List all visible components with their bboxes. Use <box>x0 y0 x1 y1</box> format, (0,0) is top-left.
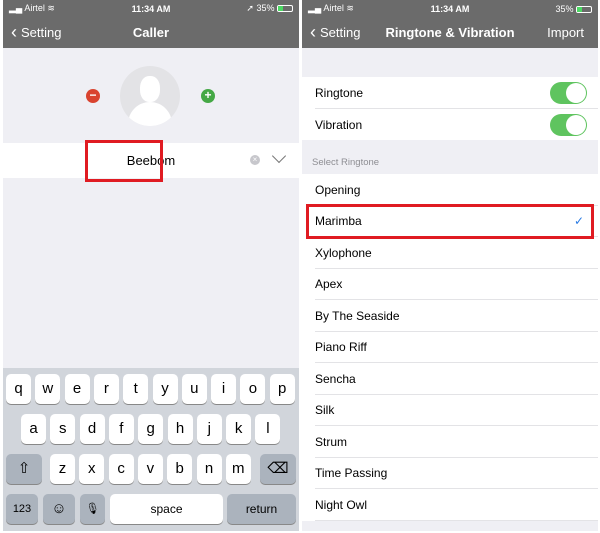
key-b[interactable]: b <box>167 454 193 484</box>
key-e[interactable]: e <box>64 374 90 404</box>
vibration-toggle-row: Vibration <box>302 109 598 140</box>
key-z[interactable]: z <box>50 454 75 484</box>
keyboard: q w e r t y u i o p a s d f g h j k l ⇧ z x c v b n m ⌫ 123 ☺ 🎙 space re… <box>3 368 299 531</box>
numbers-key[interactable]: 123 <box>6 494 38 524</box>
ringtone-item[interactable]: Strum <box>302 426 598 458</box>
battery: 35% <box>555 4 592 14</box>
ringtone-label: By The Seaside <box>315 308 400 323</box>
ringtone-label: Time Passing <box>315 466 388 481</box>
ringtone-item[interactable]: Xylophone <box>302 237 598 269</box>
remove-photo-button[interactable]: − <box>86 89 100 103</box>
key-n[interactable]: n <box>196 454 222 484</box>
ringtone-toggle[interactable] <box>550 82 587 104</box>
add-photo-button[interactable]: + <box>201 89 215 103</box>
ringtone-item[interactable]: Piano Riff <box>302 331 598 363</box>
key-r[interactable]: r <box>93 374 119 404</box>
emoji-key[interactable]: ☺ <box>43 494 75 524</box>
key-h[interactable]: h <box>167 414 193 444</box>
clock: 11:34 AM <box>131 3 171 14</box>
caller-screen: ▂▄ Airtel ≋ 11:34 AM ➚ 35% ‹ Setting Call… <box>3 0 299 531</box>
shift-key[interactable]: ⇧ <box>6 454 42 484</box>
ringtone-label: Xylophone <box>315 245 372 260</box>
section-header: Select Ringtone <box>312 157 380 168</box>
ringtone-label: Piano Riff <box>315 340 367 355</box>
key-y[interactable]: y <box>152 374 178 404</box>
key-x[interactable]: x <box>79 454 105 484</box>
nav-bar: ‹ Setting Caller <box>3 17 299 48</box>
delete-key[interactable]: ⌫ <box>260 454 296 484</box>
key-k[interactable]: k <box>226 414 252 444</box>
key-q[interactable]: q <box>6 374 31 404</box>
key-m[interactable]: m <box>225 454 251 484</box>
key-l[interactable]: l <box>255 414 281 444</box>
carrier: ▂▄ Airtel ≋ <box>308 3 354 13</box>
mic-key[interactable]: 🎙 <box>80 494 105 524</box>
ringtone-label: Night Owl <box>315 497 368 512</box>
return-key[interactable]: return <box>227 494 296 524</box>
key-f[interactable]: f <box>108 414 134 444</box>
ringtone-label: Sencha <box>315 371 356 386</box>
avatar[interactable] <box>120 66 180 126</box>
ringtone-item[interactable]: Apex <box>302 268 598 300</box>
ringtone-screen: ▂▄ Airtel ≋ 11:34 AM 35% ‹ Setting Ringto… <box>302 0 598 531</box>
ringtone-item[interactable]: Time Passing <box>302 457 598 489</box>
ringtone-label: Opening <box>315 182 361 197</box>
key-t[interactable]: t <box>123 374 149 404</box>
key-o[interactable]: o <box>240 374 266 404</box>
carrier: ▂▄ Airtel ≋ <box>9 3 55 13</box>
key-a[interactable]: a <box>21 414 46 444</box>
ringtone-item[interactable]: Silk <box>302 394 598 426</box>
battery-icon <box>576 5 592 13</box>
space-key[interactable]: space <box>110 494 223 524</box>
key-i[interactable]: i <box>211 374 237 404</box>
ringtone-item[interactable]: By The Seaside <box>302 300 598 332</box>
highlight-box <box>306 204 594 239</box>
ringtone-item[interactable]: Night Owl <box>302 489 598 521</box>
ringtone-label: Silk <box>315 403 335 418</box>
battery: ➚ 35% <box>246 3 293 14</box>
key-j[interactable]: j <box>196 414 222 444</box>
ringtone-label: Apex <box>315 277 343 292</box>
key-s[interactable]: s <box>50 414 76 444</box>
status-bar: ▂▄ Airtel ≋ 11:34 AM ➚ 35% <box>3 0 299 17</box>
import-button[interactable]: Import <box>547 25 584 40</box>
page-title: Caller <box>132 25 170 40</box>
key-u[interactable]: u <box>181 374 207 404</box>
battery-icon <box>277 5 293 13</box>
clock: 11:34 AM <box>430 3 470 14</box>
ringtone-item[interactable]: Opening <box>302 174 598 206</box>
key-g[interactable]: g <box>138 414 164 444</box>
nav-bar: ‹ Setting Ringtone & Vibration Import <box>302 17 598 48</box>
key-d[interactable]: d <box>79 414 105 444</box>
ringtone-label: Strum <box>315 434 348 449</box>
status-bar: ▂▄ Airtel ≋ 11:34 AM 35% <box>302 0 598 17</box>
key-p[interactable]: p <box>269 374 295 404</box>
ringtone-toggle-row: Ringtone <box>302 77 598 109</box>
key-w[interactable]: w <box>35 374 61 404</box>
ringtone-item[interactable]: Sencha <box>302 363 598 395</box>
vibration-toggle[interactable] <box>550 114 587 136</box>
clear-icon[interactable]: × <box>250 155 260 165</box>
highlight-box <box>85 140 163 182</box>
key-c[interactable]: c <box>108 454 134 484</box>
key-v[interactable]: v <box>137 454 163 484</box>
